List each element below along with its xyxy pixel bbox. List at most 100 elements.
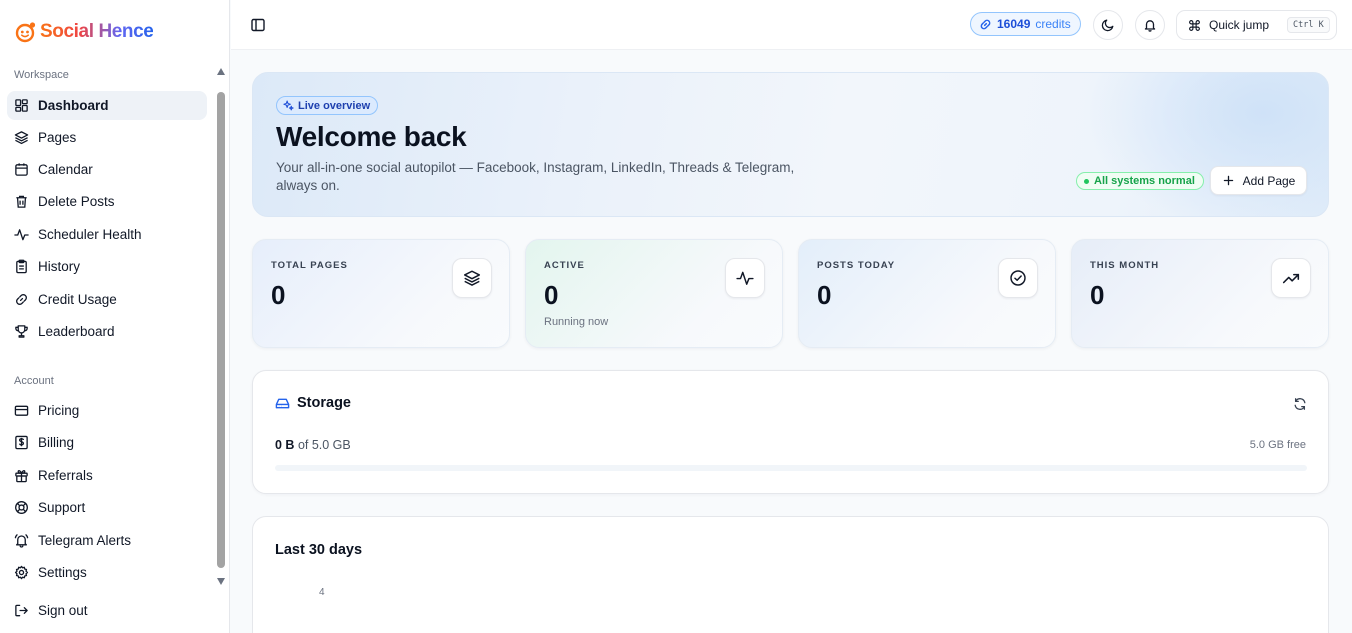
- stat-icon-box: [998, 258, 1038, 298]
- live-overview-label: Live overview: [298, 99, 371, 112]
- credit-card-icon: [14, 405, 29, 416]
- y-axis-tick-label: 4: [319, 587, 325, 598]
- brand-logo[interactable]: Social Hence: [14, 20, 154, 44]
- sign-out-button[interactable]: Sign out: [7, 596, 207, 625]
- bell-icon: [1144, 20, 1156, 32]
- storage-progress-bar: [275, 465, 1307, 471]
- link-icon: [980, 19, 991, 29]
- theme-toggle-button[interactable]: [1093, 10, 1123, 40]
- sidebar-item-credit-usage[interactable]: Credit Usage: [7, 285, 207, 314]
- notifications-button[interactable]: [1135, 10, 1165, 40]
- storage-used: 0 B of 5.0 GB: [275, 438, 351, 452]
- credits-badge[interactable]: 16049 credits: [970, 12, 1081, 36]
- activity-icon: [736, 271, 754, 285]
- add-page-label: Add Page: [1242, 173, 1296, 188]
- sparkle-icon: [283, 100, 294, 111]
- sidebar-item-pages[interactable]: Pages: [7, 123, 207, 152]
- hero-subtitle: Your all-in-one social autopilot — Faceb…: [276, 160, 795, 193]
- sidebar-item-billing[interactable]: Billing: [7, 428, 207, 457]
- sidebar-item-label: Delete Posts: [38, 194, 115, 209]
- sidebar: Social Hence Workspace Dashboard Pages C…: [0, 0, 230, 633]
- credits-label: credits: [1035, 17, 1071, 31]
- trending-up-icon: [1282, 273, 1300, 284]
- sidebar-scrollbar[interactable]: [216, 68, 226, 588]
- stat-value: 0: [817, 280, 832, 310]
- sidebar-item-leaderboard[interactable]: Leaderboard: [7, 317, 207, 346]
- check-circle-icon: [1010, 270, 1026, 286]
- system-status-badge: All systems normal: [1076, 172, 1204, 190]
- gear-icon: [14, 565, 29, 580]
- dashboard-icon: [15, 99, 28, 112]
- layers-icon: [14, 131, 29, 145]
- sidebar-item-referrals[interactable]: Referrals: [7, 461, 207, 490]
- chart-title: Last 30 days: [275, 542, 363, 558]
- brand-logo-icon: [15, 22, 36, 43]
- stat-card-posts-today: POSTS TODAY 0: [798, 239, 1056, 348]
- last-30-days-card: Last 30 days 4: [252, 516, 1329, 633]
- plus-icon: [1223, 175, 1233, 186]
- live-overview-badge: Live overview: [276, 96, 379, 115]
- storage-card: Storage 0 B of 5.0 GB 5.0 GB free: [252, 370, 1329, 494]
- sidebar-item-label: Telegram Alerts: [38, 533, 132, 548]
- clipboard-icon: [16, 259, 27, 274]
- brand-name: Social Hence: [40, 21, 154, 42]
- sidebar-item-label: Referrals: [38, 468, 93, 483]
- hard-drive-icon: [275, 398, 290, 408]
- sign-out-label: Sign out: [38, 603, 88, 618]
- stat-value: 0: [1090, 280, 1105, 310]
- sidebar-item-calendar[interactable]: Calendar: [7, 155, 207, 184]
- sidebar-item-label: Pages: [38, 130, 77, 145]
- stat-icon-box: [452, 258, 492, 298]
- sidebar-item-settings[interactable]: Settings: [7, 558, 207, 587]
- sidebar-item-pricing[interactable]: Pricing: [7, 396, 207, 425]
- lifebuoy-icon: [15, 501, 28, 514]
- sidebar-item-label: Billing: [38, 435, 75, 450]
- stat-label: THIS MONTH: [1090, 260, 1160, 271]
- scrollbar-thumb[interactable]: [217, 92, 225, 568]
- sidebar-item-history[interactable]: History: [7, 252, 207, 281]
- sidebar-item-label: History: [38, 259, 81, 274]
- sidebar-item-delete-posts[interactable]: Delete Posts: [7, 187, 207, 216]
- command-icon: [1189, 19, 1200, 31]
- trash-icon: [16, 195, 27, 208]
- calendar-icon: [15, 163, 28, 176]
- stat-sub: Running now: [544, 316, 609, 328]
- stat-icon-box: [1271, 258, 1311, 298]
- workspace-section-label: Workspace: [14, 69, 69, 81]
- stat-label: POSTS TODAY: [817, 260, 896, 271]
- sign-out-icon: [15, 604, 28, 617]
- bell-ring-icon: [14, 534, 29, 548]
- sidebar-item-label: Leaderboard: [38, 324, 115, 339]
- system-status-label: All systems normal: [1094, 175, 1195, 187]
- sidebar-item-label: Credit Usage: [38, 292, 117, 307]
- gift-icon: [15, 470, 28, 483]
- storage-total: of 5.0 GB: [297, 438, 351, 452]
- scroll-up-arrow-icon[interactable]: [217, 68, 225, 75]
- stat-card-total-pages: TOTAL PAGES 0: [252, 239, 510, 348]
- scroll-down-arrow-icon[interactable]: [217, 578, 225, 585]
- sidebar-item-label: Support: [38, 500, 86, 515]
- keyboard-shortcut: Ctrl K: [1287, 17, 1330, 33]
- sidebar-item-telegram-alerts[interactable]: Telegram Alerts: [7, 526, 207, 555]
- sidebar-item-dashboard[interactable]: Dashboard: [7, 91, 207, 120]
- sidebar-item-label: Dashboard: [38, 98, 109, 113]
- moon-icon: [1101, 19, 1114, 32]
- link-icon: [16, 294, 27, 305]
- sidebar-item-label: Scheduler Health: [38, 227, 142, 242]
- storage-used-value: 0 B: [275, 438, 295, 452]
- status-dot: [1084, 178, 1089, 184]
- sidebar-item-scheduler-health[interactable]: Scheduler Health: [7, 220, 207, 249]
- account-section-label: Account: [14, 375, 54, 387]
- sidebar-item-support[interactable]: Support: [7, 493, 207, 522]
- quick-jump-label: Quick jump: [1209, 18, 1270, 32]
- refresh-icon[interactable]: [1293, 397, 1307, 411]
- topbar: 16049 credits Quick jump Ctrl K: [231, 0, 1352, 50]
- storage-free: 5.0 GB free: [1249, 439, 1306, 451]
- stat-value: 0: [271, 280, 286, 310]
- quick-jump-button[interactable]: Quick jump Ctrl K: [1176, 10, 1337, 40]
- sidebar-item-label: Calendar: [38, 162, 93, 177]
- trophy-icon: [15, 325, 28, 338]
- add-page-button[interactable]: Add Page: [1210, 166, 1307, 195]
- sidebar-toggle-icon[interactable]: [250, 17, 266, 33]
- storage-title: Storage: [275, 395, 351, 411]
